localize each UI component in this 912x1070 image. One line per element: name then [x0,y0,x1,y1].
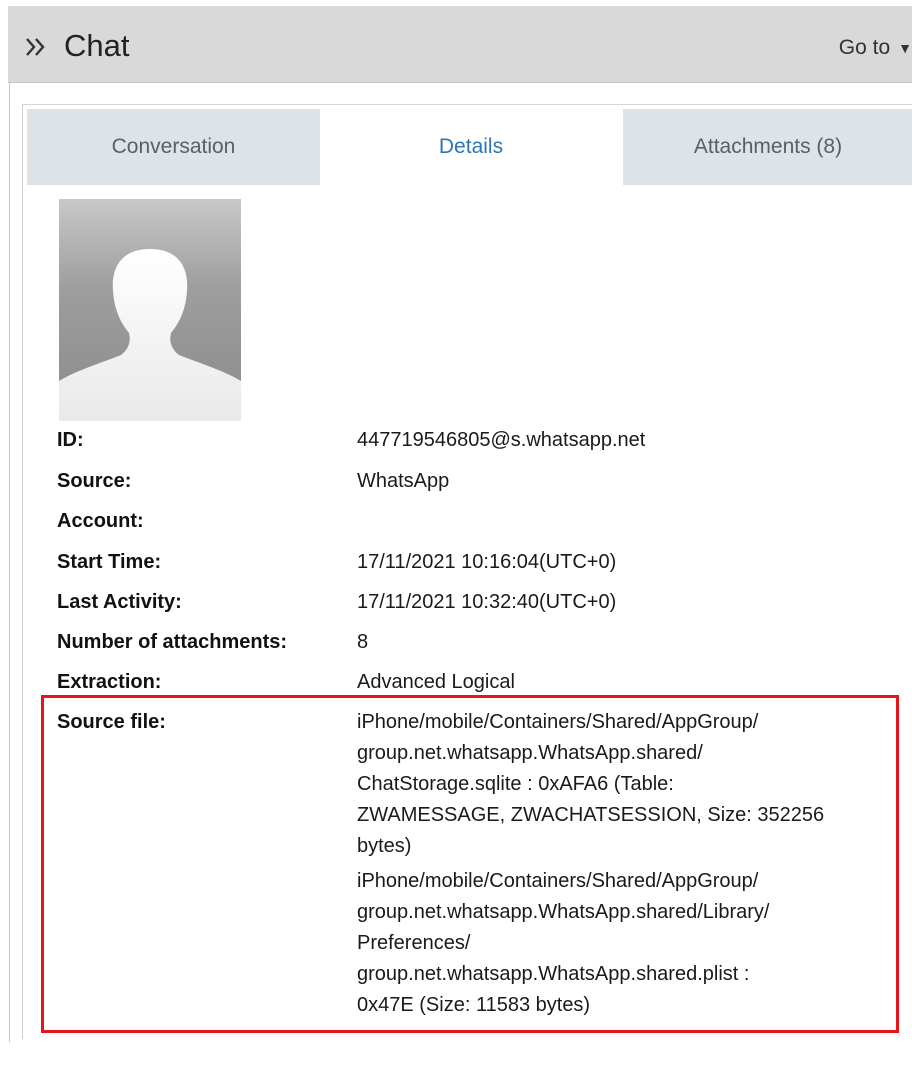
tab-bar: Conversation Details Attachments (8) [23,109,912,185]
detail-value: 17/11/2021 10:16:04(UTC+0) [357,551,617,573]
source-file-line: 0x47E (Size: 11583 bytes) [357,994,591,1016]
goto-dropdown[interactable]: Go to ▼ [839,36,912,60]
source-file-line: group.net.whatsapp.WhatsApp.shared.plist… [357,963,750,985]
source-file-line: ZWAMESSAGE, ZWACHATSESSION, Size: 352256 [357,804,825,826]
detail-value: Advanced Logical [357,671,515,693]
page-title: Chat [64,28,130,63]
detail-label: ID: [57,429,84,451]
detail-value: 447719546805@s.whatsapp.net [357,429,646,451]
source-file-line: iPhone/mobile/Containers/Shared/AppGroup… [357,711,759,733]
header-bar: Chat Go to ▼ [8,6,912,83]
detail-label: Source file: [57,711,166,733]
source-file-line: group.net.whatsapp.WhatsApp.shared/ [357,742,703,764]
source-file-entry: iPhone/mobile/Containers/Shared/AppGroup… [357,707,897,862]
detail-label: Account: [57,510,144,532]
source-file-entry: iPhone/mobile/Containers/Shared/AppGroup… [357,866,897,1021]
goto-label: Go to [838,36,891,59]
panel-divider [9,82,10,1042]
source-file-line: iPhone/mobile/Containers/Shared/AppGroup… [357,870,759,892]
avatar [59,199,241,421]
person-silhouette-icon [59,249,241,421]
source-file-line: Preferences/ [357,932,471,954]
tab-attachments[interactable]: Attachments (8) [623,109,912,185]
tab-details[interactable]: Details [325,109,617,185]
chevron-down-icon: ▼ [898,40,912,57]
source-file-line: ChatStorage.sqlite : 0xAFA6 (Table: [357,773,674,795]
detail-label: Start Time: [57,551,162,573]
detail-label: Source: [57,470,132,492]
detail-label: Extraction: [57,671,162,693]
detail-value: 8 [357,631,369,653]
detail-value: 17/11/2021 10:32:40(UTC+0) [357,591,617,613]
source-file-value: iPhone/mobile/Containers/Shared/AppGroup… [357,707,897,1025]
double-chevron-right-icon[interactable] [24,34,50,60]
detail-label: Last Activity: [57,591,182,613]
tab-conversation[interactable]: Conversation [27,109,320,185]
source-file-line: bytes) [357,835,412,857]
details-panel: Conversation Details Attachments (8) ID:… [22,104,912,1039]
detail-label: Number of attachments: [57,631,288,653]
source-file-line: group.net.whatsapp.WhatsApp.shared/Libra… [357,901,770,923]
detail-value: WhatsApp [357,470,450,492]
